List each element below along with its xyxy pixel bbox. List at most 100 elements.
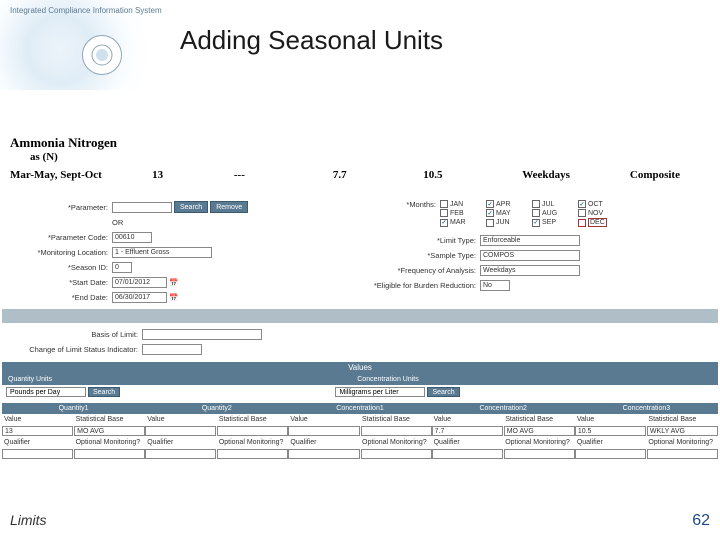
param-v5: Weekdays — [522, 169, 600, 181]
c2-opt[interactable] — [504, 449, 575, 459]
c1-stat[interactable] — [361, 426, 432, 436]
limit-type-label: Limit Type: — [360, 236, 480, 245]
c3-value[interactable]: 10.5 — [575, 426, 646, 436]
end-date-label: End Date: — [2, 293, 112, 302]
page-number: 62 — [692, 512, 710, 530]
basis-select[interactable] — [142, 329, 262, 340]
param-name: Ammonia Nitrogen — [10, 135, 710, 151]
param-code-input[interactable]: 00610 — [112, 232, 152, 243]
calendar-icon[interactable]: 📅 — [169, 278, 178, 287]
param-sub: as (N) — [30, 151, 710, 163]
c3-qual[interactable] — [575, 449, 646, 459]
qty-units-input[interactable]: Pounds per Day — [6, 387, 86, 397]
hdr-c2: Concentration2 — [432, 405, 575, 412]
limit-type-select[interactable]: Enforceable — [480, 235, 580, 246]
season-label: Season ID: — [2, 263, 112, 272]
values-row-2 — [2, 448, 718, 460]
qty-units-search[interactable]: Search — [88, 387, 120, 397]
q2-qual[interactable] — [145, 449, 216, 459]
burden-label: Eligible for Burden Reduction: — [360, 281, 480, 290]
sample-type-label: Sample Type: — [360, 251, 480, 260]
qty-units-label: Quantity Units — [2, 376, 58, 383]
q2-stat[interactable] — [217, 426, 288, 436]
c1-value[interactable] — [288, 426, 359, 436]
freq-select[interactable]: Weekdays — [480, 265, 580, 276]
chk-jan[interactable] — [440, 200, 448, 208]
search-button[interactable]: Search — [174, 201, 208, 213]
chk-nov[interactable] — [578, 209, 586, 217]
mid-section: Basis of Limit: Change of Limit Status I… — [2, 327, 718, 356]
c2-qual[interactable] — [432, 449, 503, 459]
calendar-icon[interactable]: 📅 — [169, 293, 178, 302]
parameter-input[interactable] — [112, 202, 172, 213]
units-row: Quantity Units Concentration Units — [2, 373, 718, 385]
param-period: Mar-May, Sept-Oct — [10, 169, 122, 181]
start-date-input[interactable]: 07/01/2012 — [112, 277, 167, 288]
c3-stat[interactable]: WKLY AVG — [647, 426, 718, 436]
chk-apr[interactable] — [486, 200, 494, 208]
system-name: Integrated Compliance Information System — [10, 6, 162, 15]
param-v6: Composite — [630, 169, 680, 181]
c2-value[interactable]: 7.7 — [432, 426, 503, 436]
chk-dec[interactable] — [578, 219, 586, 227]
chk-sep[interactable] — [532, 219, 540, 227]
slide-header: Integrated Compliance Information System… — [0, 0, 720, 90]
hdr-c1: Concentration1 — [288, 405, 431, 412]
c3-opt[interactable] — [647, 449, 718, 459]
param-v1: 13 — [152, 169, 204, 181]
q1-qual[interactable] — [2, 449, 73, 459]
chk-may[interactable] — [486, 209, 494, 217]
basis-label: Basis of Limit: — [2, 330, 142, 339]
conc-units-input[interactable]: Milligrams per Liter — [335, 387, 425, 397]
months-label: Months: — [360, 200, 440, 209]
c1-qual[interactable] — [288, 449, 359, 459]
q1-opt[interactable] — [74, 449, 145, 459]
epa-seal-icon — [82, 35, 122, 75]
change-status-label: Change of Limit Status Indicator: — [2, 345, 142, 354]
parameter-label: Parameter: — [2, 203, 112, 212]
form-right: Months: JAN APR JUL OCT FEB MAY AUG NOV … — [360, 200, 718, 305]
sub-headers-1: ValueStatistical Base ValueStatistical B… — [2, 414, 718, 425]
mon-loc-label: Monitoring Location: — [2, 248, 112, 257]
chk-jun[interactable] — [486, 219, 494, 227]
mon-loc-select[interactable]: 1 - Effluent Gross — [112, 247, 212, 258]
freq-label: Frequency of Analysis: — [360, 266, 480, 275]
c2-stat[interactable]: MO AVG — [504, 426, 575, 436]
param-row: Mar-May, Sept-Oct 13 --- 7.7 10.5 Weekda… — [10, 169, 710, 181]
hdr-q2: Quantity2 — [145, 405, 288, 412]
param-code-label: Parameter Code: — [2, 233, 112, 242]
chk-mar[interactable] — [440, 219, 448, 227]
start-date-label: Start Date: — [2, 278, 112, 287]
c1-opt[interactable] — [361, 449, 432, 459]
q2-value[interactable] — [145, 426, 216, 436]
values-header: Values — [2, 362, 718, 373]
conc-units-label: Concentration Units — [351, 376, 424, 383]
footer-label: Limits — [10, 512, 47, 530]
param-v2: --- — [234, 169, 303, 181]
remove-button[interactable]: Remove — [210, 201, 248, 213]
chk-aug[interactable] — [532, 209, 540, 217]
q1-stat[interactable]: MO AVG — [74, 426, 145, 436]
parameter-summary: Ammonia Nitrogen as (N) Mar-May, Sept-Oc… — [10, 135, 710, 181]
form-left: Parameter: Search Remove .OR Parameter C… — [2, 200, 360, 305]
page-title: Adding Seasonal Units — [180, 25, 443, 56]
column-headers: Quantity1 Quantity2 Concentration1 Conce… — [2, 403, 718, 414]
change-status-select[interactable] — [142, 344, 202, 355]
chk-feb[interactable] — [440, 209, 448, 217]
burden-select[interactable]: No — [480, 280, 510, 291]
or-text: OR — [112, 218, 123, 227]
season-input[interactable]: 0 — [112, 262, 132, 273]
chk-oct[interactable] — [578, 200, 586, 208]
chk-jul[interactable] — [532, 200, 540, 208]
conc-units-search[interactable]: Search — [427, 387, 459, 397]
q2-opt[interactable] — [217, 449, 288, 459]
slide-footer: Limits 62 — [10, 512, 710, 530]
param-v3: 7.7 — [333, 169, 393, 181]
q1-value[interactable]: 13 — [2, 426, 73, 436]
months-grid: JAN APR JUL OCT FEB MAY AUG NOV MAR JUN … — [440, 200, 620, 227]
sample-type-select[interactable]: COMPOS — [480, 250, 580, 261]
values-row-1: 13MO AVG 7.7MO AVG 10.5WKLY AVG — [2, 425, 718, 437]
hdr-c3: Concentration3 — [575, 405, 718, 412]
end-date-input[interactable]: 06/30/2017 — [112, 292, 167, 303]
divider-band — [2, 309, 718, 323]
